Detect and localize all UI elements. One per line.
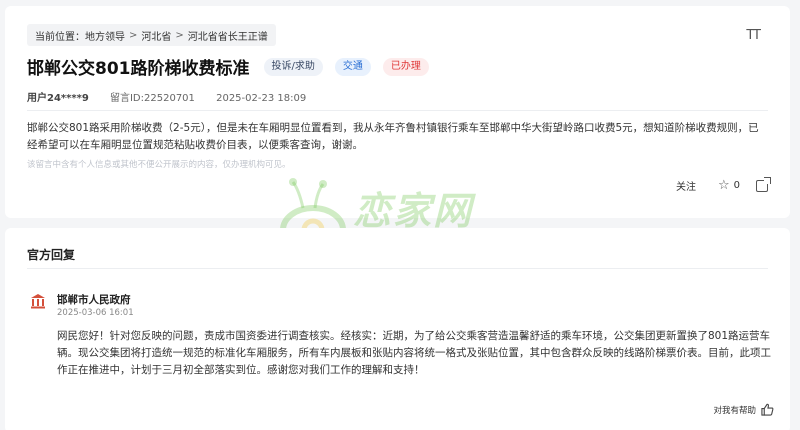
breadcrumb-item-hebei[interactable]: 河北省 (141, 28, 171, 43)
type-badge: 交通 (334, 57, 371, 76)
message-actions: 关注 ☆ 0 (676, 176, 771, 193)
divider (27, 268, 768, 269)
reply-content: 网民您好！针对您反映的问题，责成市国资委进行调查核实。经核实：近期，为了给公交乘… (57, 330, 771, 376)
message-card: 当前位置： 地方领导 > 河北省 > 河北省省长王正谱 TT 邯郸公交801路阶… (5, 6, 790, 218)
government-building-icon (29, 292, 47, 310)
reply-date: 2025-03-06 16:01 (57, 308, 134, 318)
helpful-button[interactable]: 对我有帮助 (713, 403, 774, 416)
page-title: 邯郸公交801路阶梯收费标准 (27, 59, 250, 79)
star-count: 0 (733, 180, 740, 191)
font-size-toggle-icon[interactable]: TT (746, 28, 761, 43)
message-meta: 用户24****9 留言ID:22520701 2025-02-23 18:09 (27, 89, 306, 104)
follow-button[interactable]: 关注 (676, 178, 696, 193)
breadcrumb-separator: > (175, 29, 184, 41)
status-badge: 已办理 (382, 57, 429, 76)
breadcrumb-prefix: 当前位置： (35, 31, 85, 43)
divider (27, 110, 768, 111)
section-title: 官方回复 (27, 248, 76, 262)
breadcrumb-separator: > (129, 29, 138, 41)
privacy-notice: 该留言中含有个人信息或其他不便公开展示的内容，仅办理机构可见。 (27, 160, 291, 170)
helpful-label: 对我有帮助 (713, 405, 756, 416)
star-button[interactable]: ☆ 0 (718, 178, 740, 193)
reply-org-name: 邯郸市人民政府 (57, 294, 131, 306)
message-content: 邯郸公交801路采用阶梯收费（2-5元），但是未在车厢明显位置看到，我从永年齐鲁… (27, 122, 759, 151)
share-icon[interactable] (756, 176, 771, 192)
breadcrumb: 当前位置： 地方领导 > 河北省 > 河北省省长王正谱 (27, 24, 276, 46)
message-time: 2025-02-23 18:09 (216, 93, 307, 104)
category-badge: 投诉/求助 (263, 57, 323, 76)
reply-card: 官方回复 邯郸市人民政府 2025-03-06 16:01 网民您好！针对您反映… (5, 228, 790, 430)
message-id: 留言ID:22520701 (109, 93, 195, 104)
breadcrumb-item-governor[interactable]: 河北省省长王正谱 (188, 28, 268, 43)
breadcrumb-item-local-leaders[interactable]: 地方领导 (85, 28, 125, 43)
thumbs-up-icon (761, 403, 774, 416)
user-name: 用户24****9 (27, 93, 89, 104)
star-icon: ☆ (717, 178, 730, 193)
title-row: 邯郸公交801路阶梯收费标准 投诉/求助 交通 已办理 (27, 54, 441, 79)
